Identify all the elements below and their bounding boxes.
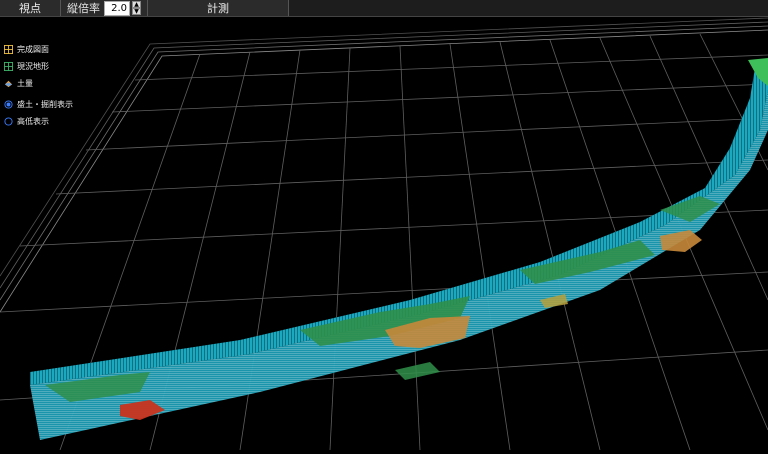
earthwork-surface [30, 58, 768, 440]
radio-label: 高低表示 [17, 117, 49, 126]
scene-svg[interactable] [0, 17, 768, 451]
grid-yellow-icon [4, 45, 13, 54]
radio-selected-icon [4, 100, 13, 109]
radio-unselected-icon [4, 117, 13, 126]
measure-button[interactable]: 計測 [183, 0, 253, 16]
vertical-scale-spinner: ▲ ▼ [132, 1, 141, 15]
vertical-scale-label: 縦倍率 [67, 2, 100, 15]
radio-elevation[interactable]: 高低表示 [4, 113, 73, 130]
radio-label: 盛土・掘削表示 [17, 100, 73, 109]
layer-panel: 完成図面 現況地形 土量 盛土・掘削表示 高低表示 [4, 41, 73, 130]
vertical-scale-input[interactable] [104, 0, 130, 16]
earth-volume-icon [4, 80, 13, 88]
vertical-scale-control: 縦倍率 ▲ ▼ [61, 0, 148, 16]
spinner-down-icon[interactable]: ▼ [132, 8, 141, 15]
layer-item-earth-volume[interactable]: 土量 [4, 75, 73, 92]
toolbar: 視点 縦倍率 ▲ ▼ 計測 [0, 0, 768, 17]
grid-green-icon [4, 62, 13, 71]
radio-cut-fill[interactable]: 盛土・掘削表示 [4, 96, 73, 113]
layer-item-label: 現況地形 [17, 62, 49, 71]
toolbar-empty-area [289, 0, 768, 16]
spinner-up-icon[interactable]: ▲ [132, 1, 141, 8]
view-button[interactable]: 視点 [0, 0, 61, 16]
layer-item-completed-drawing[interactable]: 完成図面 [4, 41, 73, 58]
layer-item-current-terrain[interactable]: 現況地形 [4, 58, 73, 75]
3d-viewport[interactable]: 完成図面 現況地形 土量 盛土・掘削表示 高低表示 [0, 17, 768, 451]
layer-item-label: 土量 [17, 79, 33, 88]
layer-item-label: 完成図面 [17, 45, 49, 54]
measure-button-wrap: 計測 [148, 0, 289, 16]
